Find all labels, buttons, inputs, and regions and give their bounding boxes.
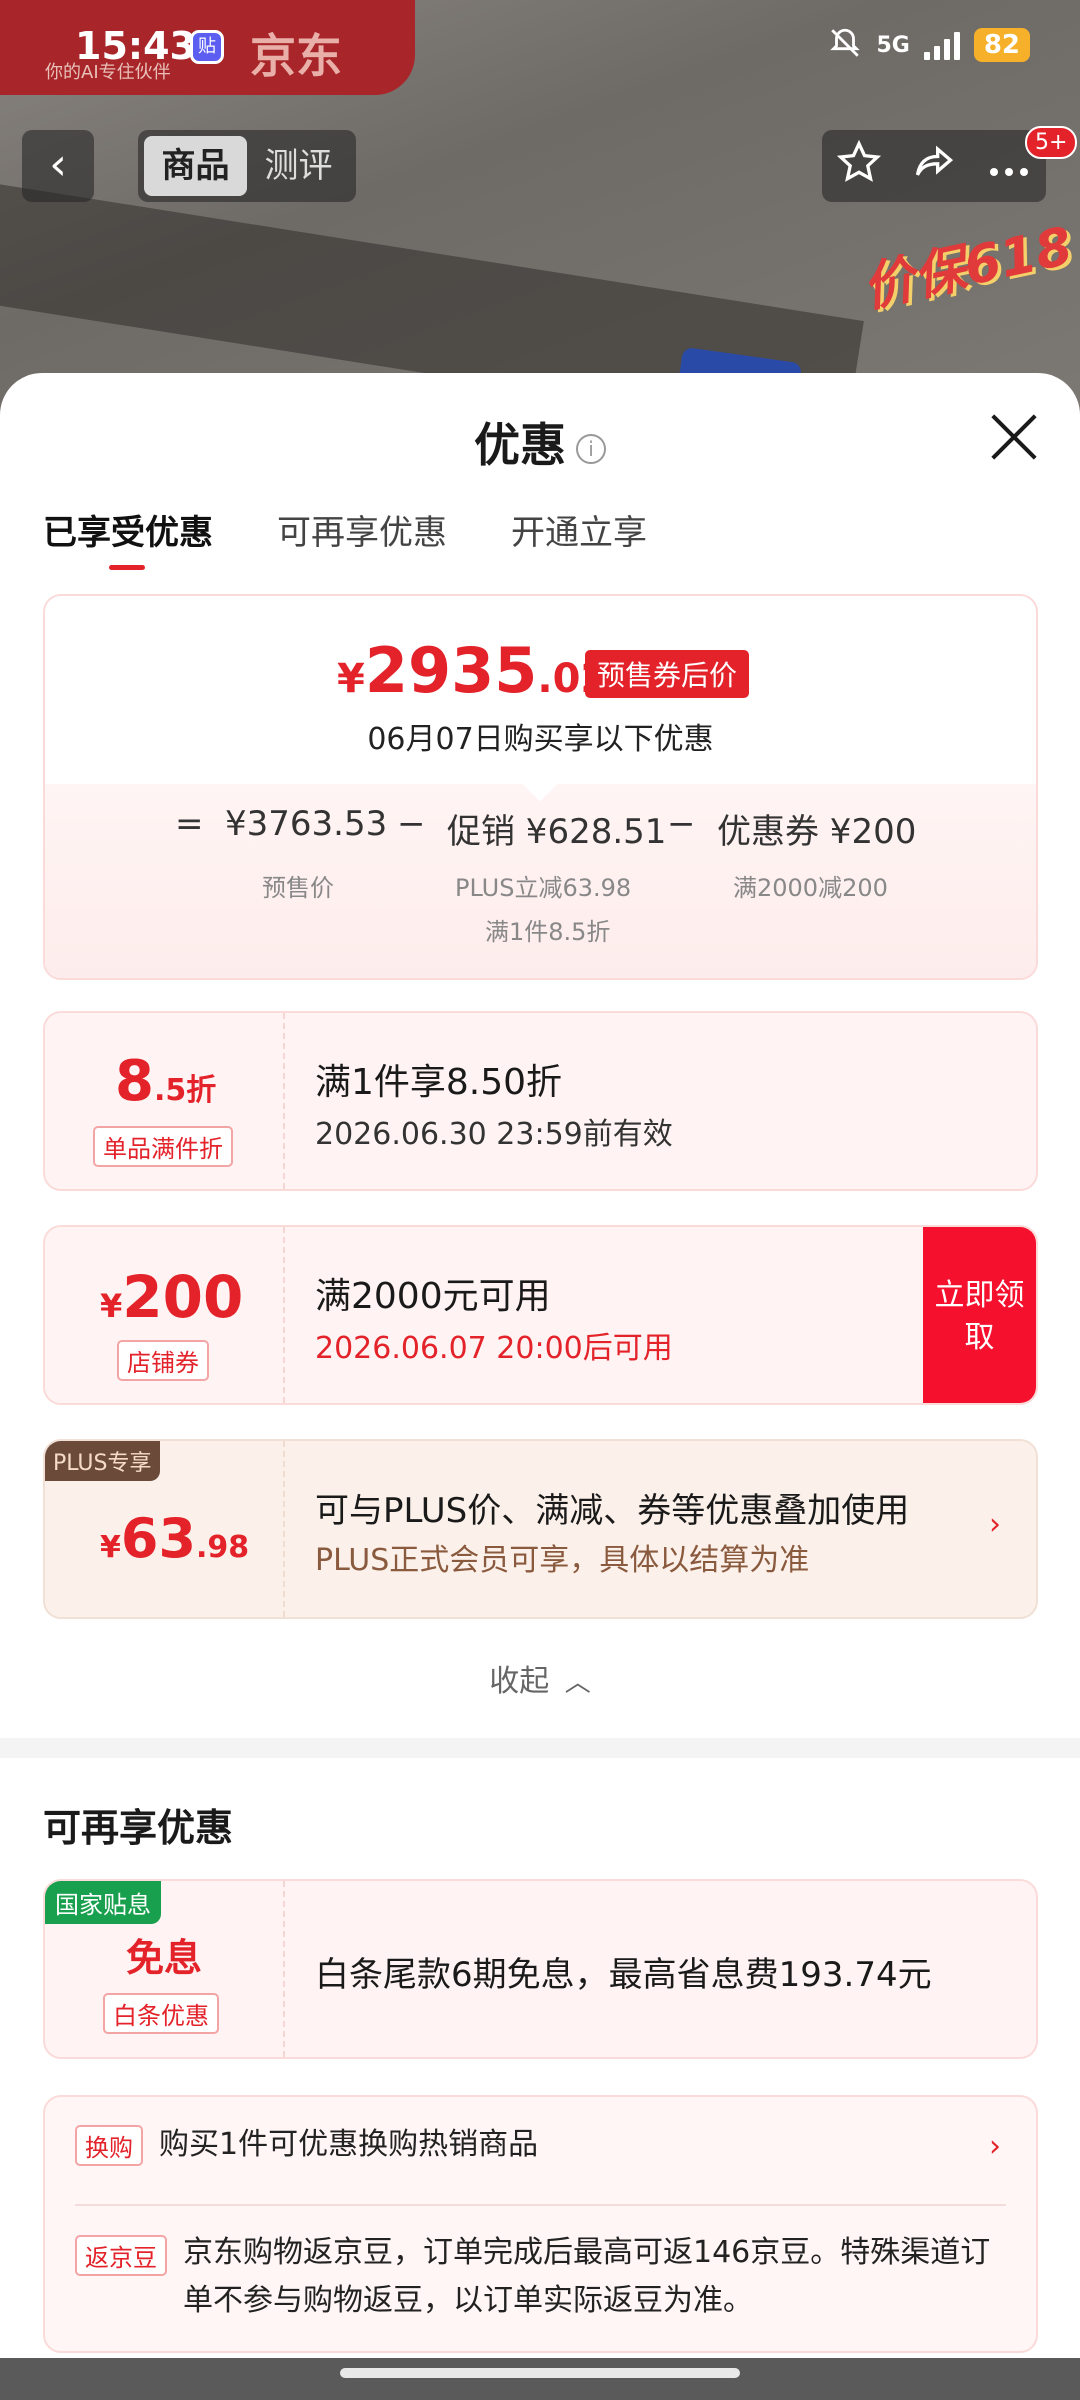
- sheet-title: 优惠 i: [0, 409, 1080, 475]
- promo-badge: 价保618: [857, 216, 1078, 320]
- nav-tools: [822, 130, 1046, 202]
- tab-review[interactable]: 测评: [247, 136, 350, 196]
- eq-sign: =: [175, 804, 204, 844]
- trade-in-row[interactable]: 换购 购买1件可优惠换购热销商品: [75, 2125, 1006, 2166]
- jingdou-text: 京东购物返京豆，订单完成后最高可返146京豆。特殊渠道订单不参与购物返豆，以订单…: [183, 2235, 991, 2318]
- chevron-right-icon: ›: [989, 1507, 1001, 1542]
- collapse-button[interactable]: 收起 ︿: [0, 1656, 1080, 1700]
- discount-tabs: 已享受优惠 可再享优惠 开通立享: [43, 505, 647, 570]
- price-tag: 预售券后价: [585, 650, 750, 698]
- price-currency: ¥: [337, 656, 365, 702]
- coupon-title: 满1件享8.50折: [315, 1062, 563, 1103]
- plus-tag: PLUS专享: [45, 1441, 160, 1481]
- price-summary-card: ¥2935.02 预售券后价 06月07日购买享以下优惠 = ¥3763.53 …: [43, 594, 1038, 980]
- status-bar: 15:43 贴 5G 82: [0, 20, 1080, 80]
- product-tabs: 商品 测评: [138, 130, 356, 202]
- coupon-title: 满2000元可用: [315, 1276, 551, 1317]
- plus-title: 可与PLUS价、满减、券等优惠叠加使用: [315, 1491, 910, 1531]
- coupon-validity: 2026.06.30 23:59前有效: [315, 1117, 673, 1152]
- coupon-discount-card: 8.5折 单品满件折 满1件享8.50折 2026.06.30 23:59前有效: [43, 1011, 1038, 1191]
- presale-sub: 预售价: [262, 874, 334, 902]
- network-type: 5G: [876, 32, 910, 58]
- discount-int: 8: [115, 1049, 154, 1114]
- plus-amount-int: 63: [120, 1507, 197, 1570]
- discount-dec: .5折: [153, 1073, 217, 1108]
- baitiao-title: 白条尾款6期免息，最高省息费193.74元: [315, 1955, 932, 1995]
- back-button[interactable]: ‹: [22, 130, 94, 202]
- share-icon[interactable]: [912, 140, 956, 193]
- signal-icon: [923, 30, 960, 60]
- coupon-value: ¥200 店铺券: [45, 1227, 285, 1403]
- sheet-title-text: 优惠: [474, 418, 566, 472]
- trade-in-text: 购买1件可优惠换购热销商品: [159, 2127, 539, 2162]
- chevron-right-icon[interactable]: ›: [989, 2129, 1001, 2164]
- battery-indicator: 82: [973, 28, 1030, 62]
- tab-enjoyed[interactable]: 已享受优惠: [43, 505, 213, 570]
- extra-offers-card: 换购 购买1件可优惠换购热销商品 › 返京豆 京东购物返京豆，订单完成后最高可返…: [43, 2095, 1038, 2353]
- coupon-validity: 2026.06.07 20:00后可用: [315, 1331, 673, 1366]
- baitiao-value: 国家贴息 免息 白条优惠: [45, 1881, 285, 2057]
- tab-product[interactable]: 商品: [144, 136, 247, 196]
- more-section-title: 可再享优惠: [43, 1806, 234, 1850]
- home-indicator[interactable]: [340, 2368, 740, 2378]
- star-icon[interactable]: [837, 139, 882, 193]
- coupon-store-card: ¥200 店铺券 满2000元可用 2026.06.07 20:00后可用 立即…: [43, 1225, 1038, 1405]
- more-icon[interactable]: [987, 144, 1031, 188]
- tab-more-available[interactable]: 可再享优惠: [277, 505, 447, 554]
- info-icon[interactable]: i: [576, 433, 606, 464]
- chevron-up-icon: ︿: [564, 1668, 591, 1698]
- discount-sheet: 优惠 i 已享受优惠 可再享优惠 开通立享 ¥2935.02 预售券后价 06月0…: [0, 373, 1080, 2358]
- coupon-value: 8.5折 单品满件折: [45, 1013, 285, 1189]
- coupon-sub: 满2000减200: [733, 874, 888, 902]
- top-nav: ‹ 商品 测评 5+: [0, 126, 1080, 204]
- chevron-left-icon: ‹: [49, 139, 67, 190]
- final-price: ¥2935.02: [337, 634, 608, 707]
- promo-sub-discount: 满1件8.5折: [485, 918, 611, 946]
- coupon-value: PLUS专享 ¥63.98: [45, 1441, 285, 1617]
- coupon-amount: 200: [122, 1263, 244, 1331]
- notification-badge: 5+: [1025, 126, 1078, 159]
- plus-discount-card[interactable]: PLUS专享 ¥63.98 可与PLUS价、满减、券等优惠叠加使用 PLUS正式…: [43, 1439, 1038, 1619]
- coupon-type-chip: 店铺券: [117, 1340, 209, 1381]
- gov-subsidy-tag: 国家贴息: [45, 1881, 161, 1924]
- jingdou-row: 返京豆 京东购物返京豆，订单完成后最高可返146京豆。特殊渠道订单不参与购物返豆…: [75, 2229, 1006, 2325]
- interest-free-label: 免息: [125, 1936, 202, 1980]
- claim-coupon-button[interactable]: 立即领取: [923, 1227, 1036, 1403]
- buy-date-note: 06月07日购买享以下优惠: [367, 722, 714, 757]
- minus-sign: −: [667, 804, 696, 844]
- coupon-type-chip: 单品满件折: [93, 1126, 233, 1167]
- promo-amount: 促销 ¥628.51: [447, 812, 667, 852]
- row-divider: [75, 2204, 1006, 2206]
- baitiao-card[interactable]: 国家贴息 免息 白条优惠 白条尾款6期免息，最高省息费193.74元: [43, 1879, 1038, 2059]
- promo-sub-plus: PLUS立减63.98: [455, 874, 632, 902]
- collapse-label: 收起: [489, 1664, 550, 1699]
- app-notification-icon: 贴: [190, 30, 224, 64]
- status-time: 15:43: [75, 24, 196, 68]
- trade-in-chip: 换购: [75, 2125, 143, 2166]
- close-icon[interactable]: [990, 413, 1038, 461]
- plus-amount-dec: .98: [196, 1530, 250, 1565]
- plus-currency: ¥: [100, 1530, 121, 1565]
- coupon-currency: ¥: [100, 1287, 123, 1325]
- price-integer: 2935: [364, 634, 538, 707]
- jingdou-chip: 返京豆: [75, 2235, 167, 2276]
- mute-bell-icon: [828, 26, 862, 64]
- section-divider: [0, 1738, 1080, 1758]
- tab-activate[interactable]: 开通立享: [511, 505, 647, 554]
- plus-subtitle: PLUS正式会员可享，具体以结算为准: [315, 1543, 810, 1578]
- baitiao-chip: 白条优惠: [103, 1993, 219, 2034]
- minus-sign: −: [397, 804, 426, 844]
- presale-price: ¥3763.53: [225, 804, 388, 844]
- coupon-amount: 优惠券 ¥200: [717, 812, 917, 852]
- price-breakdown: = ¥3763.53 − 促销 ¥628.51 − 优惠券 ¥200 预售价 P…: [45, 764, 1036, 978]
